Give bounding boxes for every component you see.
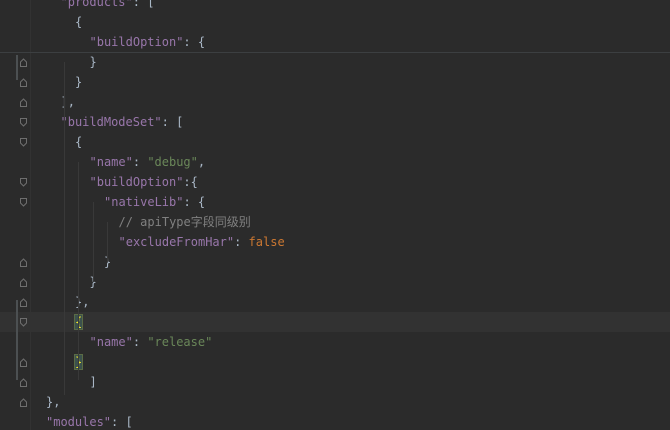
code-line[interactable]: } — [0, 352, 670, 372]
code-line[interactable]: ] — [0, 372, 670, 392]
code-token: "modules" — [46, 415, 112, 429]
code-token: "buildModeSet" — [60, 115, 162, 129]
fold-end-icon[interactable] — [20, 258, 27, 267]
code-line[interactable]: { — [0, 12, 670, 32]
code-line[interactable]: } — [0, 252, 670, 272]
code-line[interactable]: "buildOption": { — [0, 32, 670, 52]
sticky-lines-separator — [0, 52, 670, 53]
fold-start-icon[interactable] — [20, 138, 27, 147]
code-token: : — [132, 155, 148, 169]
code-line[interactable]: // apiType字段同级别 — [0, 212, 670, 232]
code-token: : [ — [111, 415, 133, 429]
fold-end-icon[interactable] — [20, 378, 27, 387]
code-line-text: ] — [90, 372, 97, 392]
code-line-text: "name": "debug", — [90, 152, 206, 172]
code-line-text: }, — [46, 392, 60, 412]
code-token: "debug" — [147, 155, 198, 169]
code-line-text: "products": [ — [61, 0, 155, 12]
code-editor[interactable]: "products": [{"buildOption": {}}], "build… — [0, 0, 670, 430]
code-line[interactable]: } — [0, 52, 670, 72]
fold-end-icon[interactable] — [20, 78, 27, 87]
code-token: "excludeFromHar" — [118, 235, 235, 249]
code-line[interactable]: }, — [0, 392, 670, 412]
code-token: 字段同级别 — [190, 215, 251, 229]
fold-start-icon[interactable] — [20, 118, 27, 127]
code-token: false — [248, 235, 285, 249]
code-token: "products" — [60, 0, 133, 9]
code-line-text: "buildOption": { — [90, 32, 206, 52]
code-line[interactable]: }, — [0, 292, 670, 312]
code-token: : { — [183, 35, 206, 49]
code-line[interactable]: "buildOption":{ — [0, 172, 670, 192]
indent-guide — [107, 222, 108, 262]
code-token: "name" — [89, 335, 133, 349]
code-line-text: { — [75, 132, 82, 152]
vcs-change-marker[interactable] — [16, 300, 18, 380]
fold-end-icon[interactable] — [20, 98, 27, 107]
code-line-text: { — [75, 12, 82, 32]
code-line[interactable]: "buildModeSet": [ — [0, 112, 670, 132]
code-line-text: // apiType字段同级别 — [119, 212, 251, 232]
indent-guide — [63, 62, 65, 395]
code-line[interactable]: "name": "release" — [0, 332, 670, 352]
fold-start-icon[interactable] — [20, 318, 27, 327]
code-line-text: "modules": [ — [46, 412, 133, 430]
fold-end-icon[interactable] — [20, 278, 27, 287]
code-line-text: "buildOption":{ — [90, 172, 198, 192]
code-token: :{ — [183, 175, 198, 189]
code-line-text: "buildModeSet": [ — [61, 112, 184, 132]
code-token: { — [75, 15, 83, 29]
code-line[interactable]: "name": "debug", — [0, 152, 670, 172]
code-line-text: "excludeFromHar": false — [119, 232, 285, 252]
code-token: , — [197, 155, 206, 169]
code-token: "name" — [89, 155, 133, 169]
code-token: // apiType — [118, 215, 191, 229]
code-token: "release" — [147, 335, 213, 349]
code-line[interactable]: "nativeLib": { — [0, 192, 670, 212]
vcs-change-marker[interactable] — [16, 55, 18, 80]
code-token: : — [234, 235, 249, 249]
code-token: ] — [89, 375, 97, 389]
code-line[interactable]: ], — [0, 92, 670, 112]
fold-end-icon[interactable] — [20, 298, 27, 307]
code-token: } — [75, 75, 83, 89]
code-token: }, — [46, 395, 61, 409]
fold-end-icon[interactable] — [20, 398, 27, 407]
code-token: "buildOption" — [89, 175, 184, 189]
code-line-text: } — [90, 52, 97, 72]
code-token: "nativeLib" — [104, 195, 184, 209]
indent-guide — [92, 202, 94, 282]
code-line[interactable]: } — [0, 272, 670, 292]
code-line-text: } — [75, 72, 82, 92]
code-line[interactable]: "products": [ — [0, 0, 670, 12]
code-line-text: "name": "release" — [90, 332, 213, 352]
fold-end-icon[interactable] — [20, 358, 27, 367]
code-line[interactable]: "excludeFromHar": false — [0, 232, 670, 252]
code-line-text: "nativeLib": { — [104, 192, 205, 212]
code-line[interactable]: "modules": [ — [0, 412, 670, 430]
code-token: "buildOption" — [89, 35, 184, 49]
fold-end-icon[interactable] — [20, 58, 27, 67]
code-token: : — [132, 335, 148, 349]
code-line[interactable]: } — [0, 72, 670, 92]
code-token: } — [89, 55, 97, 69]
code-line[interactable]: { — [0, 312, 670, 332]
code-token: : [ — [132, 0, 155, 9]
fold-start-icon[interactable] — [20, 198, 27, 207]
code-token: : [ — [161, 115, 184, 129]
indent-guide — [78, 162, 79, 380]
code-token: : { — [183, 195, 206, 209]
fold-start-icon[interactable] — [20, 178, 27, 187]
code-token: { — [75, 135, 83, 149]
code-line[interactable]: { — [0, 132, 670, 152]
